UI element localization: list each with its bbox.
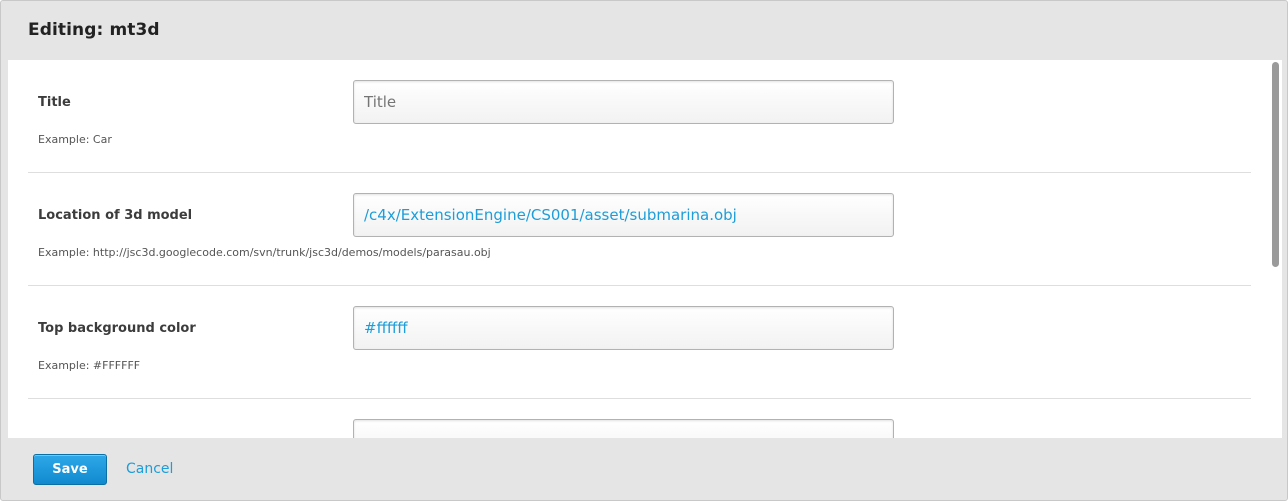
settings-list: Title Example: Car Location of 3d model … xyxy=(28,60,1251,438)
save-button[interactable]: Save xyxy=(33,454,107,485)
edit-modal: Editing: mt3d Title Example: Car Locatio… xyxy=(0,0,1288,501)
model-location-input[interactable] xyxy=(353,193,894,237)
setting-label: Title xyxy=(38,95,71,110)
scrollbar[interactable] xyxy=(1271,60,1280,438)
scrollbar-thumb[interactable] xyxy=(1272,62,1279,267)
top-bg-color-input[interactable] xyxy=(353,306,894,350)
setting-label: Location of 3d model xyxy=(38,208,193,223)
cancel-link[interactable]: Cancel xyxy=(126,461,173,477)
title-input[interactable] xyxy=(353,80,894,124)
setting-label: Top background color xyxy=(38,321,196,336)
setting-row-model-location: Location of 3d model Example: http://jsc… xyxy=(28,173,1251,286)
setting-help-text: Example: #FFFFFF xyxy=(38,359,141,372)
setting-row-next xyxy=(28,399,1251,438)
next-setting-input[interactable] xyxy=(353,419,894,438)
setting-row-top-bg-color: Top background color Example: #FFFFFF xyxy=(28,286,1251,399)
setting-row-title: Title Example: Car xyxy=(28,60,1251,173)
setting-help-text: Example: Car xyxy=(38,133,112,146)
modal-footer: Save Cancel xyxy=(1,438,1288,502)
modal-header: Editing: mt3d xyxy=(1,1,1288,60)
modal-body[interactable]: Title Example: Car Location of 3d model … xyxy=(8,60,1282,438)
modal-title: Editing: mt3d xyxy=(28,20,160,40)
setting-help-text: Example: http://jsc3d.googlecode.com/svn… xyxy=(38,246,491,259)
